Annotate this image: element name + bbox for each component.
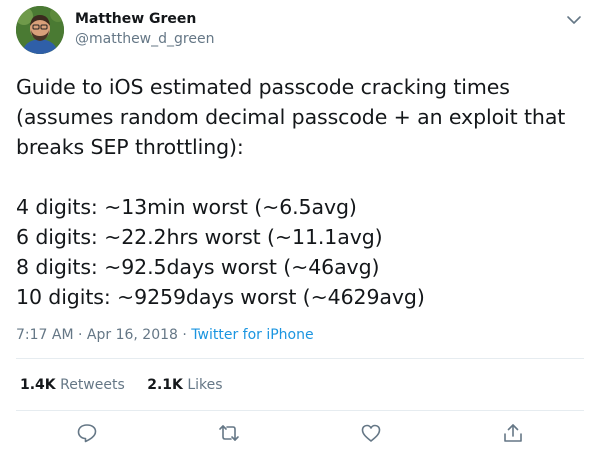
tweet-text: Guide to iOS estimated passcode cracking… (16, 72, 576, 312)
chevron-down-icon[interactable] (566, 12, 582, 28)
tweet-card: Matthew Green @matthew_d_green Guide to … (0, 0, 596, 452)
tweet-line: 6 digits: ~22.2hrs worst (~11.1avg) (16, 225, 383, 249)
divider (16, 358, 584, 359)
retweets-label: Retweets (60, 377, 125, 393)
reply-icon[interactable] (76, 422, 98, 444)
heart-icon[interactable] (360, 422, 382, 444)
tweet-timestamp[interactable]: 7:17 AM · Apr 16, 2018 (16, 327, 178, 343)
tweet-line: 10 digits: ~9259days worst (~4629avg) (16, 285, 425, 309)
retweets-count: 1.4K (20, 377, 56, 393)
engagement-stats: 1.4K Retweets 2.1K Likes (20, 376, 241, 394)
avatar[interactable] (16, 6, 64, 54)
tweet-meta: 7:17 AM · Apr 16, 2018 · Twitter for iPh… (16, 326, 314, 344)
tweet-line: (assumes random decimal passcode + an ex… (16, 105, 566, 129)
tweet-line: 4 digits: ~13min worst (~6.5avg) (16, 195, 357, 219)
meta-separator: · (177, 327, 192, 343)
author-block: Matthew Green @matthew_d_green (75, 10, 214, 48)
action-bar (0, 422, 596, 446)
retweets-stat[interactable]: 1.4K Retweets (20, 377, 125, 393)
likes-count: 2.1K (147, 377, 183, 393)
tweet-line: 8 digits: ~92.5days worst (~46avg) (16, 255, 380, 279)
tweet-line: breaks SEP throttling): (16, 135, 244, 159)
share-icon[interactable] (502, 422, 524, 444)
retweet-icon[interactable] (218, 422, 240, 444)
author-handle[interactable]: @matthew_d_green (75, 30, 214, 48)
likes-stat[interactable]: 2.1K Likes (147, 377, 222, 393)
author-display-name[interactable]: Matthew Green (75, 10, 214, 28)
likes-label: Likes (187, 377, 223, 393)
divider (16, 410, 584, 411)
tweet-source-link[interactable]: Twitter for iPhone (191, 327, 313, 343)
tweet-line: Guide to iOS estimated passcode cracking… (16, 75, 510, 99)
